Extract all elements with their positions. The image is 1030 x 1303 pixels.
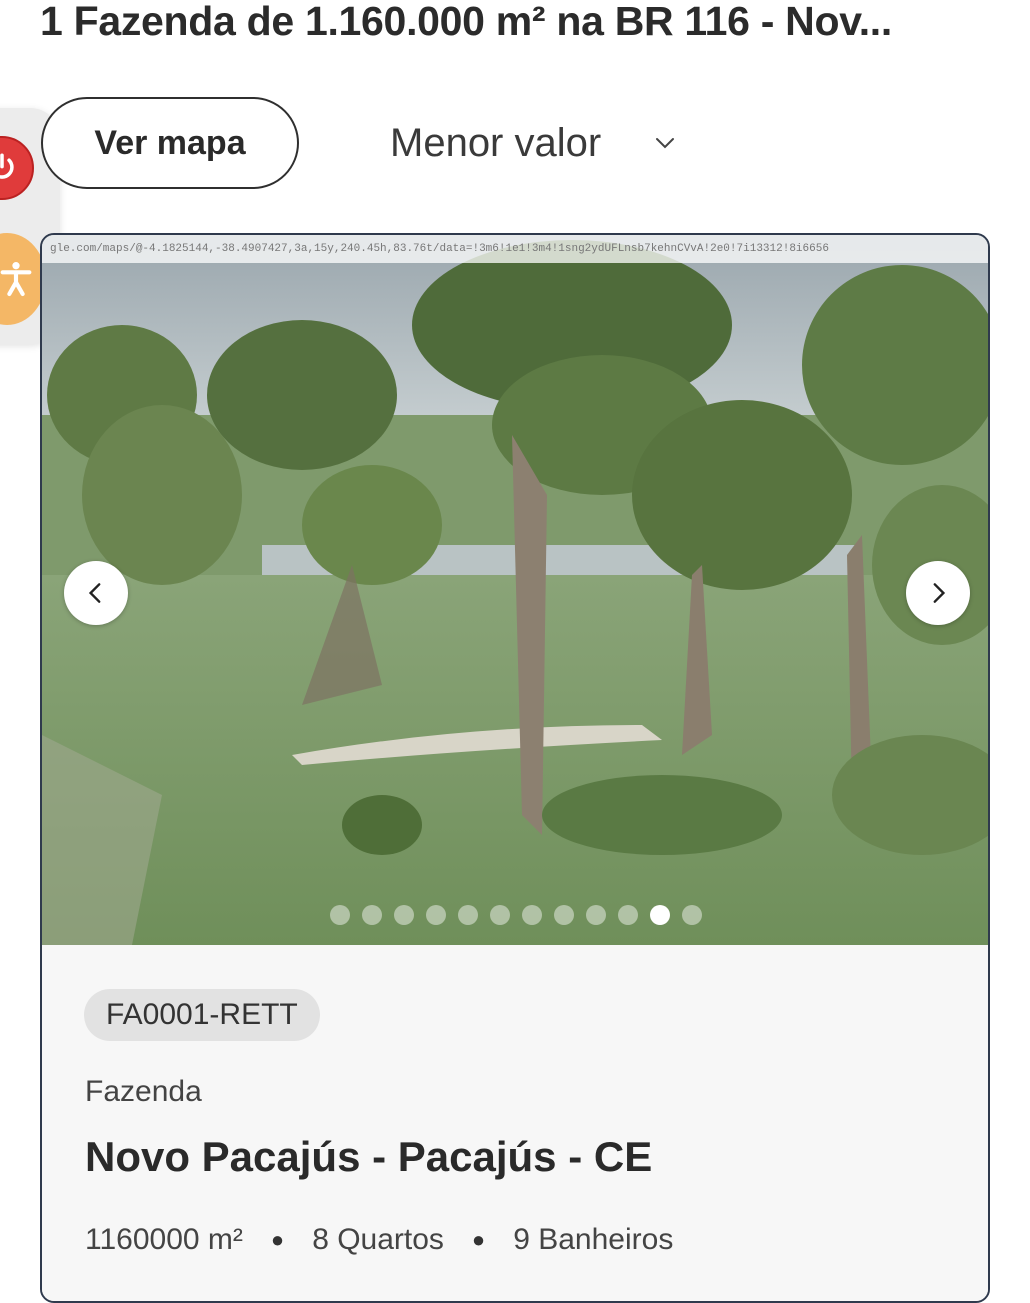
chevron-down-icon: [656, 138, 675, 149]
carousel-dot[interactable]: [586, 905, 606, 925]
carousel-dot[interactable]: [362, 905, 382, 925]
sort-selected-label: Menor valor: [390, 120, 602, 165]
carousel-dot[interactable]: [490, 905, 510, 925]
carousel-dot[interactable]: [426, 905, 446, 925]
carousel-dot[interactable]: [618, 905, 638, 925]
property-bedrooms: 8 Quartos: [312, 1223, 444, 1256]
carousel-dot[interactable]: [522, 905, 542, 925]
property-bathrooms: 9 Banheiros: [513, 1223, 674, 1256]
feature-separator: ●: [471, 1227, 486, 1252]
view-map-button[interactable]: Ver mapa: [41, 97, 299, 189]
carousel-dot[interactable]: [458, 905, 478, 925]
property-area: 1160000 m²: [85, 1223, 243, 1256]
carousel-dot[interactable]: [330, 905, 350, 925]
property-photo[interactable]: [42, 235, 988, 945]
property-card[interactable]: gle.com/maps/@-4.1825144,-38.4907427,3a,…: [40, 233, 990, 1303]
sort-dropdown[interactable]: Menor valor: [390, 108, 677, 178]
url-overlay: gle.com/maps/@-4.1825144,-38.4907427,3a,…: [42, 235, 988, 263]
carousel-dot[interactable]: [554, 905, 574, 925]
carousel-dots: [330, 905, 702, 925]
carousel-dot-active[interactable]: [650, 905, 670, 925]
carousel-prev-button[interactable]: [64, 561, 128, 625]
carousel-dot[interactable]: [394, 905, 414, 925]
carousel-dot[interactable]: [682, 905, 702, 925]
property-features: 1160000 m² ● 8 Quartos ● 9 Banheiros: [85, 1223, 673, 1257]
card-details: FA0001-RETT Fazenda Novo Pacajús - Pacaj…: [42, 945, 988, 1301]
feature-separator: ●: [270, 1227, 285, 1252]
property-type: Fazenda: [85, 1075, 202, 1108]
page-title: 1 Fazenda de 1.160.000 m² na BR 116 - No…: [40, 0, 892, 44]
property-location[interactable]: Novo Pacajús - Pacajús - CE: [85, 1133, 652, 1181]
chevron-right-icon: [933, 583, 946, 603]
chevron-left-icon: [88, 583, 101, 603]
property-code-badge: FA0001-RETT: [84, 989, 320, 1041]
carousel-next-button[interactable]: [906, 561, 970, 625]
power-icon: [0, 153, 14, 179]
accessibility-icon: [0, 262, 32, 297]
